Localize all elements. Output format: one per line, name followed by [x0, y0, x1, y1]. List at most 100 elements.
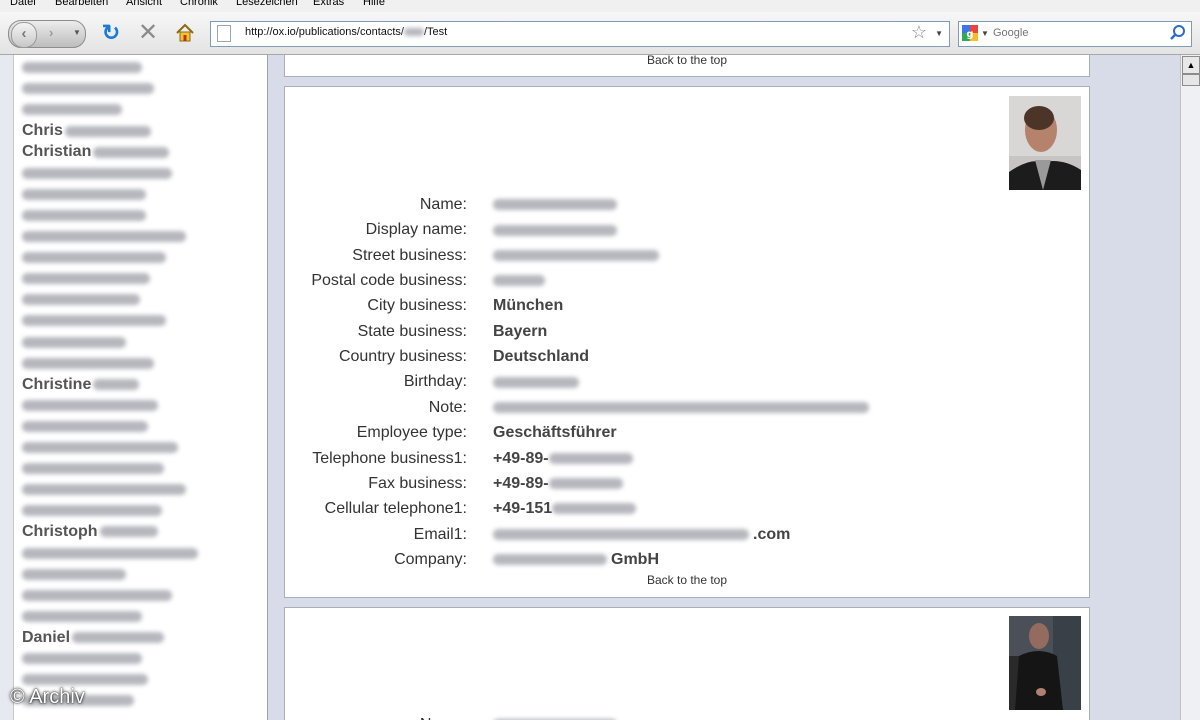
contact-field-row: Note:	[285, 399, 1085, 419]
contact-field-row: Fax business: +49-89-	[285, 475, 1085, 495]
contact-list-item[interactable]	[22, 481, 186, 501]
contact-list-item[interactable]	[22, 186, 146, 206]
field-label: Email1:	[413, 525, 467, 543]
search-input[interactable]	[993, 25, 1163, 41]
contact-list-item[interactable]: Chris	[22, 122, 151, 142]
contact-first-name: Christoph	[22, 523, 98, 541]
contact-list-item[interactable]	[22, 333, 126, 353]
redacted-name	[22, 610, 142, 622]
back-to-top-link[interactable]: Back to the top	[285, 573, 1089, 587]
contact-list-item[interactable]	[22, 354, 154, 374]
field-value: +49-89-	[493, 450, 633, 468]
back-to-top-link[interactable]: Back to the top	[285, 55, 1089, 67]
field-label: Employee type:	[356, 424, 467, 442]
contact-list-item[interactable]	[22, 165, 172, 185]
field-label: Note:	[428, 398, 467, 416]
contact-field-row: Telephone business1: +49-89-	[285, 450, 1085, 470]
contact-list-item[interactable]	[22, 270, 150, 290]
contact-list-item[interactable]: Christian	[22, 143, 170, 163]
redacted-name	[22, 357, 154, 369]
redacted-value	[493, 402, 869, 414]
vertical-scrollbar[interactable]: ▲	[1180, 55, 1200, 720]
menu-datei[interactable]: Datei	[10, 0, 36, 8]
search-icon[interactable]	[1169, 24, 1187, 42]
contact-list-item[interactable]	[22, 59, 142, 79]
contact-content-area: Back to the top Name: Display name: Street…	[268, 55, 1180, 720]
contact-list-item[interactable]	[22, 249, 166, 269]
field-value-text: +49-89-	[493, 474, 549, 492]
field-value	[493, 399, 869, 417]
field-value: .com	[493, 526, 790, 544]
contact-list-item[interactable]	[22, 460, 164, 480]
redacted-url-part	[403, 28, 424, 37]
contact-list-item[interactable]	[22, 608, 142, 628]
redacted-value	[493, 249, 659, 261]
contact-list-item[interactable]	[22, 544, 198, 564]
history-dropdown-icon[interactable]: ▼	[73, 28, 81, 37]
redacted-name	[64, 125, 151, 137]
field-label: Birthday:	[403, 373, 467, 391]
menu-chronik[interactable]: Chronik	[180, 0, 218, 8]
contact-list-item[interactable]	[22, 228, 186, 248]
contact-card-previous: Back to the top	[284, 55, 1090, 77]
menu-extras[interactable]: Extras	[313, 0, 344, 8]
redacted-value	[552, 503, 637, 515]
contact-list-item[interactable]: Christine	[22, 376, 140, 396]
home-icon	[176, 23, 194, 42]
field-label: State business:	[357, 322, 467, 340]
menu-hilfe[interactable]: Hilfe	[363, 0, 385, 8]
redacted-name	[22, 674, 148, 686]
field-label: Company:	[394, 550, 467, 568]
contact-list-item[interactable]	[22, 650, 142, 670]
contact-list-item[interactable]	[22, 312, 166, 332]
contact-photo	[1009, 616, 1081, 710]
menu-bearbeiten[interactable]: Bearbeiten	[55, 0, 108, 8]
field-value: GmbH	[493, 551, 659, 569]
url-text[interactable]: http://ox.io/publications/contacts//Test	[245, 26, 447, 38]
redacted-value	[493, 224, 617, 236]
contact-field-row: State business: Bayern	[285, 323, 1085, 343]
contact-field-row: Street business:	[285, 247, 1085, 267]
contact-list-item[interactable]	[22, 502, 162, 522]
scroll-up-arrow-icon[interactable]: ▲	[1182, 56, 1200, 74]
redacted-name	[93, 378, 140, 390]
contact-list-item[interactable]: Christoph	[22, 523, 158, 543]
search-engine-dropdown-icon[interactable]: ▼	[981, 29, 989, 38]
contact-list-item[interactable]: Daniel	[22, 629, 165, 649]
reload-button[interactable]: ↻	[98, 20, 124, 46]
contact-list-item[interactable]	[22, 587, 172, 607]
contact-list-item[interactable]	[22, 418, 148, 438]
address-bar[interactable]: http://ox.io/publications/contacts//Test…	[210, 21, 950, 47]
contact-list-item[interactable]	[22, 291, 140, 311]
svg-text:g: g	[966, 29, 973, 40]
redacted-value	[493, 199, 617, 211]
redacted-value	[548, 478, 623, 490]
contact-field-row: Country business: Deutschland	[285, 348, 1085, 368]
contact-list-item[interactable]	[22, 439, 178, 459]
home-button[interactable]	[172, 20, 198, 46]
field-label: Name:	[420, 716, 467, 720]
back-button[interactable]: ‹	[11, 22, 37, 48]
url-dropdown-icon[interactable]: ▼	[935, 29, 943, 38]
menu-lesezeichen[interactable]: Lesezeichen	[236, 0, 298, 8]
bookmark-star-icon[interactable]: ☆	[911, 22, 927, 43]
contact-list-item[interactable]	[22, 565, 126, 585]
contact-list-item[interactable]	[22, 207, 146, 227]
google-icon[interactable]: g	[962, 25, 978, 41]
contact-list-item[interactable]	[22, 80, 154, 100]
search-bar: g ▼	[958, 21, 1192, 47]
menu-ansicht[interactable]: Ansicht	[126, 0, 162, 8]
contact-photo	[1009, 96, 1081, 190]
stop-button[interactable]: ✕	[135, 20, 161, 46]
field-value: +49-151	[493, 500, 637, 518]
field-label: Street business:	[352, 246, 467, 264]
redacted-value	[493, 554, 607, 566]
field-value-text: Geschäftsführer	[493, 424, 617, 442]
contact-list-item[interactable]	[22, 101, 122, 121]
forward-button[interactable]: ›	[49, 25, 53, 40]
field-value	[493, 221, 617, 239]
contact-list-item[interactable]	[22, 397, 158, 417]
scroll-thumb[interactable]	[1182, 74, 1200, 86]
redacted-name	[22, 252, 166, 264]
redacted-name	[22, 188, 146, 200]
